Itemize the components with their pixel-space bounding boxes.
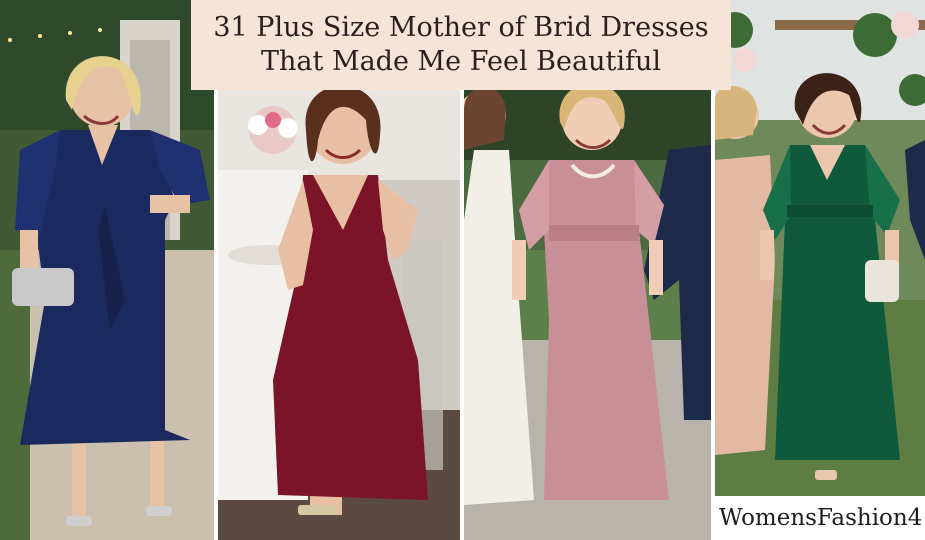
brand-watermark-text: WomensFashion4 [719,505,923,531]
title-line-2: That Made Me Feel Beautiful [261,46,661,77]
title-line-1: 31 Plus Size Mother of Brid Dresses [213,12,709,43]
brand-watermark: WomensFashion4 [713,496,925,540]
pin-collage: 31 Plus Size Mother of Brid Dresses That… [0,0,925,540]
emerald-gown-photo [715,0,925,540]
title-banner: 31 Plus Size Mother of Brid Dresses That… [191,0,731,90]
navy-wrap-dress-photo [0,0,214,540]
